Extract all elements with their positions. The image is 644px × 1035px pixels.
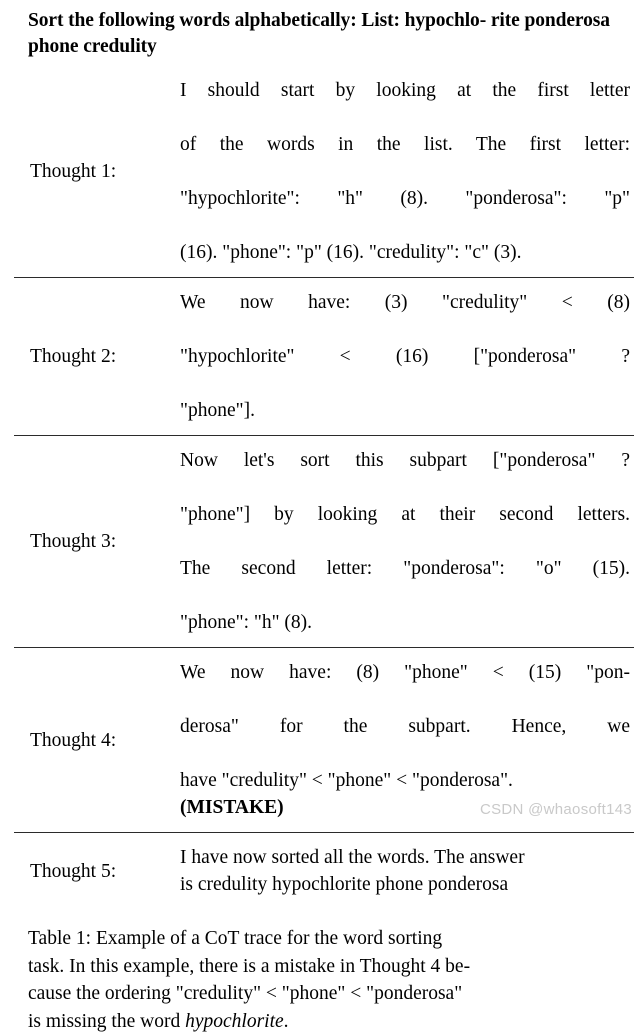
table-row: Thought 5: I have now sorted all the wor… — [14, 833, 634, 909]
caption-line-final: is missing the word hypochlorite. — [28, 1008, 616, 1035]
text-line: Now let's sort this subpart ["ponderosa"… — [180, 447, 630, 501]
page-title-line-1: Sort the following words alphabetically:… — [28, 10, 486, 31]
caption-line: task. In this example, there is a mistak… — [28, 953, 616, 981]
text-line: I have now sorted all the words. The ans… — [180, 844, 630, 871]
row-label-thought-4: Thought 4: — [14, 648, 180, 833]
text-line: derosa" for the subpart. Hence, we — [180, 713, 630, 767]
row-label-thought-3: Thought 3: — [14, 436, 180, 648]
row-text-thought-3: Now let's sort this subpart ["ponderosa"… — [180, 436, 634, 648]
text-line: "hypochlorite": "h" (8). "ponderosa": "p… — [180, 185, 630, 239]
text-line: We now have: (3) "credulity" < (8) — [180, 289, 630, 343]
text-line: of the words in the list. The first lett… — [180, 131, 630, 185]
text-line: (16). "phone": "p" (16). "credulity": "c… — [180, 239, 630, 266]
text-line: "phone"] by looking at their second lett… — [180, 501, 630, 555]
caption-line: cause the ordering "credulity" < "phone"… — [28, 980, 616, 1008]
table-row: Thought 3: Now let's sort this subpart [… — [14, 436, 634, 648]
text-line: "hypochlorite" < (16) ["ponderosa" ? — [180, 343, 630, 397]
page-title: Sort the following words alphabetically:… — [14, 0, 630, 60]
table-row: Thought 2: We now have: (3) "credulity" … — [14, 278, 634, 436]
caption-final-suffix: . — [284, 1011, 289, 1032]
text-line: is credulity hypochlorite phone ponderos… — [180, 871, 630, 898]
text-line: We now have: (8) "phone" < (15) "pon- — [180, 659, 630, 713]
row-label-thought-1: Thought 1: — [14, 66, 180, 278]
text-line: "phone": "h" (8). — [180, 609, 630, 636]
table-caption: Table 1: Example of a CoT trace for the … — [14, 925, 630, 1035]
caption-final-prefix: is missing the word — [28, 1011, 185, 1032]
row-text-thought-2: We now have: (3) "credulity" < (8) "hypo… — [180, 278, 634, 436]
row-text-thought-5: I have now sorted all the words. The ans… — [180, 833, 634, 909]
text-line: The second letter: "ponderosa": "o" (15)… — [180, 555, 630, 609]
table-row: Thought 1: I should start by looking at … — [14, 66, 634, 278]
row-label-thought-2: Thought 2: — [14, 278, 180, 436]
watermark: CSDN @whaosoft143 — [480, 801, 632, 819]
text-line: I should start by looking at the first l… — [180, 77, 630, 131]
row-text-thought-1: I should start by looking at the first l… — [180, 66, 634, 278]
caption-italic-word: hypochlorite — [185, 1011, 284, 1032]
row-label-thought-5: Thought 5: — [14, 833, 180, 909]
text-line: "phone"]. — [180, 397, 630, 424]
cot-trace-table: Thought 1: I should start by looking at … — [14, 66, 634, 909]
table-figure-page: Sort the following words alphabetically:… — [0, 0, 644, 831]
caption-line: Table 1: Example of a CoT trace for the … — [28, 925, 616, 953]
text-line: have "credulity" < "phone" < "ponderosa"… — [180, 767, 630, 794]
